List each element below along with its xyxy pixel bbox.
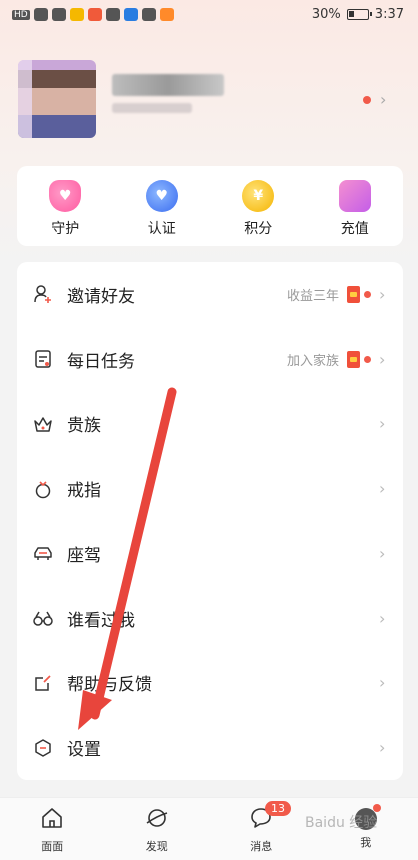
app-notification-icon [87,8,102,21]
nav-item-messages[interactable]: 消息 13 [209,798,314,860]
quick-item-verify[interactable]: ♥ 认证 [114,166,211,246]
quick-actions-card: ♥ 守护 ♥ 认证 ¥ 积分 充值 [17,166,403,246]
quick-label: 积分 [244,221,273,237]
menu-item-visitors[interactable]: 谁看过我 › [17,586,403,651]
menu-item-noble[interactable]: 贵族 › [17,392,403,457]
menu-item-help-feedback[interactable]: 帮助与反馈 › [17,651,403,716]
heart-icon: ♥ [49,180,82,212]
nav-label: 消息 [250,840,273,853]
car-icon [33,543,53,563]
menu-item-ring[interactable]: 戒指 › [17,456,403,521]
app-notification-icon [141,8,156,21]
feedback-icon [33,673,53,693]
planet-icon [146,809,167,827]
notification-dot [363,96,371,104]
notification-dot [364,355,371,363]
home-icon [42,808,63,828]
wallet-icon [338,180,371,212]
menu-extra: 收益三年 [286,288,339,304]
quick-label: 充值 [340,221,369,237]
chevron-right-icon: › [379,414,386,434]
menu-label: 戒指 [67,481,101,502]
menu-item-invite[interactable]: 邀请好友 收益三年 › [17,262,403,327]
glasses-icon [33,608,53,628]
chevron-right-icon[interactable]: › [380,90,386,109]
nav-label: 面面 [41,840,64,853]
settings-icon [33,738,53,758]
chevron-right-icon: › [379,673,386,693]
clock: 3:37 [374,7,404,22]
profile-subtitle [112,103,192,113]
menu-label: 邀请好友 [67,286,135,307]
carrier-label: HD [12,9,30,20]
invite-user-icon [33,284,53,304]
chevron-right-icon: › [379,543,386,563]
profile-name[interactable] [112,74,224,96]
menu-extra: 加入家族 [286,353,339,369]
menu-label: 帮助与反馈 [67,675,152,696]
menu-label: 每日任务 [67,351,135,372]
status-left: HD [12,8,174,21]
badge-icon: ♥ [145,180,178,212]
quick-label: 认证 [147,221,176,237]
nav-label: 发现 [145,840,168,853]
wifi-icon [51,8,66,21]
watermark: Baidu 经验 [305,815,378,831]
nav-item-home[interactable]: 面面 [0,798,105,860]
red-envelope-icon [347,285,360,303]
menu-label: 谁看过我 [67,610,135,631]
signal-icon [33,8,48,21]
status-right: 30% 3:37 [312,7,404,22]
chevron-right-icon: › [379,479,386,499]
quick-item-points[interactable]: ¥ 积分 [210,166,307,246]
coin-icon: ¥ [242,180,275,212]
unread-badge: 13 [265,801,291,816]
quick-item-recharge[interactable]: 充值 [307,166,404,246]
quick-label: 守护 [51,221,80,237]
app-notification-icon [123,8,138,21]
battery-percent: 30% [311,7,341,22]
menu-card: 邀请好友 收益三年 › 每日任务 加入家族 › 贵族 › 戒指 › 座驾 › 谁… [17,262,403,780]
avatar[interactable] [18,60,96,138]
quick-item-guard[interactable]: ♥ 守护 [17,166,114,246]
app-notification-icon [69,8,84,21]
task-icon [33,349,53,369]
menu-label: 贵族 [67,416,101,437]
menu-item-daily-task[interactable]: 每日任务 加入家族 › [17,327,403,392]
ring-icon [33,479,53,499]
chevron-right-icon: › [379,608,386,628]
nav-label: 我 [360,836,372,849]
menu-item-car[interactable]: 座驾 › [17,521,403,586]
chevron-right-icon: › [379,349,386,369]
battery-icon [346,9,372,20]
shield-icon [105,8,120,21]
notification-dot [364,290,371,298]
crown-icon [33,414,53,434]
menu-label: 座驾 [67,545,101,566]
notification-dot [372,804,381,812]
status-bar: HD 30% 3:37 [0,0,418,32]
nav-item-discover[interactable]: 发现 [105,798,210,860]
red-envelope-icon [347,350,360,368]
menu-label: 设置 [67,740,101,761]
chevron-right-icon: › [379,284,386,304]
app-notification-icon [159,8,174,21]
menu-item-settings[interactable]: 设置 › [17,715,403,780]
chevron-right-icon: › [379,738,386,758]
